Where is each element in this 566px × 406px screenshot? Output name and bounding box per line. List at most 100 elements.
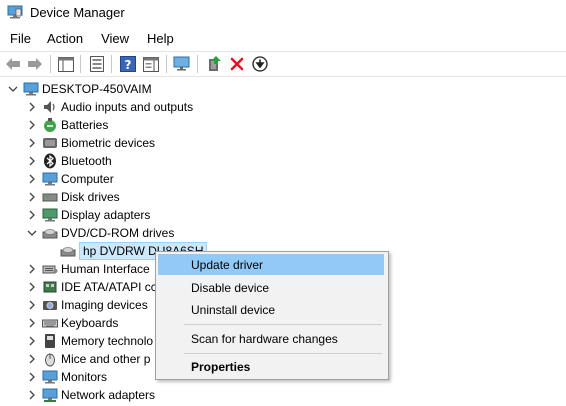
tree-item-dvd-drives[interactable]: DVD/CD-ROM drives (26, 224, 174, 242)
tree-item-disk-drives[interactable]: Disk drives (26, 188, 120, 206)
computer-icon (23, 81, 39, 97)
tree-item-label: Memory technolo (61, 334, 154, 348)
chevron-right-icon[interactable] (26, 281, 38, 293)
chevron-right-icon[interactable] (26, 209, 38, 221)
bluetooth-icon (42, 153, 58, 169)
toolbar-separator (111, 55, 112, 73)
tree-item-mice[interactable]: Mice and other p (26, 350, 150, 368)
tree-item-label: Keyboards (61, 316, 119, 330)
chevron-right-icon[interactable] (26, 389, 38, 401)
tree-item-label: Network adapters (61, 388, 156, 402)
title-bar: Device Manager (0, 0, 566, 26)
display-adapter-icon (42, 207, 58, 223)
tree-item-label: Mice and other p (61, 352, 151, 366)
menu-bar: File Action View Help (0, 29, 182, 49)
toolbar-separator (50, 55, 51, 73)
properties-icon[interactable] (88, 55, 106, 73)
menu-item-update-driver[interactable]: Update driver (158, 254, 384, 275)
chevron-right-icon[interactable] (26, 299, 38, 311)
menu-separator (184, 324, 382, 325)
chevron-right-icon[interactable] (26, 173, 38, 185)
svg-text:?: ? (125, 58, 132, 72)
tree-item-computer[interactable]: Computer (26, 170, 114, 188)
uninstall-device-icon[interactable] (228, 55, 246, 73)
hid-icon (42, 261, 58, 277)
root-label: DESKTOP-450VAIM (42, 82, 152, 96)
monitor-icon (42, 171, 58, 187)
chevron-down-icon[interactable] (7, 83, 19, 95)
tree-item-label: Audio inputs and outputs (61, 100, 194, 114)
chevron-right-icon[interactable] (26, 371, 38, 383)
keyboard-icon (42, 315, 58, 331)
menu-item-disable-device[interactable]: Disable device (158, 277, 384, 298)
tree-item-label: Monitors (61, 370, 108, 384)
toolbar-separator (197, 55, 198, 73)
disk-drive-icon (42, 189, 58, 205)
tree-item-display-adapters[interactable]: Display adapters (26, 206, 150, 224)
device-manager-icon (7, 5, 23, 19)
fingerprint-icon (42, 135, 58, 151)
download-driver-icon[interactable] (251, 55, 269, 73)
tree-item-label: IDE ATA/ATAPI cc (61, 280, 157, 294)
chevron-right-icon[interactable] (26, 191, 38, 203)
tree-item-ide-controllers[interactable]: IDE ATA/ATAPI cc (26, 278, 157, 296)
battery-icon (42, 117, 58, 133)
tree-item-biometric[interactable]: Biometric devices (26, 134, 155, 152)
tree-item-network-adapters[interactable]: Network adapters (26, 386, 155, 404)
monitor-icon (42, 369, 58, 385)
chevron-right-icon[interactable] (26, 263, 38, 275)
toolbar-separator (166, 55, 167, 73)
toolbar: ? (0, 51, 566, 77)
window-title: Device Manager (30, 5, 125, 20)
menu-file[interactable]: File (0, 29, 37, 49)
tree-item-bluetooth[interactable]: Bluetooth (26, 152, 112, 170)
tree-item-monitors[interactable]: Monitors (26, 368, 107, 386)
forward-arrow-icon[interactable] (26, 55, 44, 73)
chevron-right-icon[interactable] (26, 101, 38, 113)
tree-item-label: Disk drives (61, 190, 120, 204)
chevron-right-icon[interactable] (26, 335, 38, 347)
network-adapter-icon (42, 387, 58, 403)
camera-icon (42, 297, 58, 313)
tree-item-imaging-devices[interactable]: Imaging devices (26, 296, 148, 314)
tree-item-label: Display adapters (61, 208, 151, 222)
chevron-right-icon[interactable] (26, 353, 38, 365)
menu-view[interactable]: View (91, 29, 137, 49)
scan-hardware-icon[interactable] (173, 55, 191, 73)
tree-item-label: Computer (61, 172, 114, 186)
chevron-down-icon[interactable] (26, 227, 38, 239)
context-menu: Update driver Disable device Uninstall d… (155, 251, 389, 380)
tree-item-label: DVD/CD-ROM drives (61, 226, 175, 240)
tree-item-label: Biometric devices (61, 136, 156, 150)
tree-item-human-interface[interactable]: Human Interface (26, 260, 150, 278)
tree-item-batteries[interactable]: Batteries (26, 116, 108, 134)
chevron-right-icon[interactable] (26, 155, 38, 167)
tree-item-label: Batteries (61, 118, 109, 132)
chevron-right-icon[interactable] (26, 119, 38, 131)
tree-item-keyboards[interactable]: Keyboards (26, 314, 118, 332)
menu-item-uninstall-device[interactable]: Uninstall device (158, 299, 384, 320)
tree-item-audio[interactable]: Audio inputs and outputs (26, 98, 193, 116)
menu-separator (184, 353, 382, 354)
help-icon[interactable]: ? (119, 55, 137, 73)
menu-help[interactable]: Help (137, 29, 182, 49)
update-driver-icon[interactable] (205, 55, 223, 73)
tree-item-memory-technology[interactable]: Memory technolo (26, 332, 153, 350)
menu-item-scan-hardware[interactable]: Scan for hardware changes (158, 328, 384, 349)
mouse-icon (42, 351, 58, 367)
menu-action[interactable]: Action (37, 29, 91, 49)
console-tree-icon[interactable] (57, 55, 75, 73)
toolbar-separator (80, 55, 81, 73)
tree-item-label: Imaging devices (61, 298, 148, 312)
action-pane-icon[interactable] (142, 55, 160, 73)
speaker-icon (42, 99, 58, 115)
dvd-drive-icon (60, 243, 76, 259)
ide-controller-icon (42, 279, 58, 295)
tree-item-label: Human Interface (61, 262, 150, 276)
chevron-right-icon[interactable] (26, 317, 38, 329)
tree-root[interactable]: DESKTOP-450VAIM (7, 80, 152, 98)
back-arrow-icon[interactable] (4, 55, 22, 73)
tree-item-label: Bluetooth (61, 154, 112, 168)
chevron-right-icon[interactable] (26, 137, 38, 149)
menu-item-properties[interactable]: Properties (158, 356, 384, 377)
